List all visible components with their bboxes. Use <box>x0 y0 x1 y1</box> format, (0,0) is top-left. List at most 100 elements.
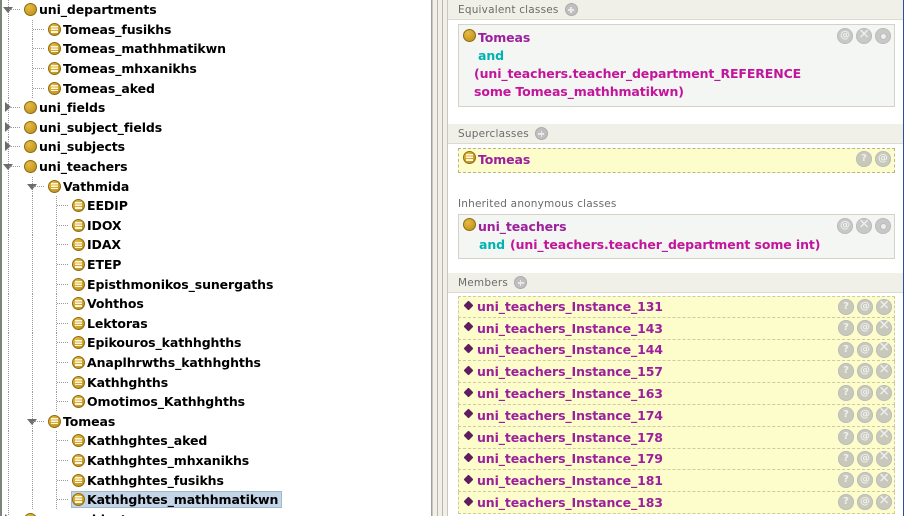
annotation-icon[interactable]: @ <box>857 450 873 467</box>
defined-class-icon <box>72 473 85 487</box>
tree-guide-line <box>8 255 9 275</box>
tree-item-label: IDOX <box>87 217 122 233</box>
tree-item-kathhghtes_fusikhs[interactable]: Kathhghtes_fusikhs <box>2 470 431 490</box>
add-member-icon[interactable] <box>514 276 528 289</box>
annotation-icon[interactable]: @ <box>857 385 873 402</box>
tree-item-kathhghtes_aked[interactable]: Kathhghtes_aked <box>2 431 431 451</box>
member-row[interactable]: uni_teachers_Instance_163? @ ✕ <box>458 383 895 405</box>
annotation-icon[interactable]: @ <box>857 428 873 445</box>
help-icon[interactable]: ? <box>838 472 854 489</box>
annotation-icon[interactable]: @ <box>857 341 873 358</box>
delete-icon[interactable]: ✕ <box>876 385 892 402</box>
tree-guide-line <box>32 490 33 510</box>
delete-icon[interactable]: ✕ <box>876 428 892 445</box>
annotation-icon[interactable]: @ <box>857 406 873 423</box>
edit-icon[interactable] <box>875 218 891 234</box>
help-icon[interactable]: ? <box>838 450 854 467</box>
tree-item-label: uni_fields <box>39 100 106 116</box>
primitive-class-icon <box>24 120 37 134</box>
tree-item-vathmida[interactable]: Vathmida <box>2 176 431 196</box>
annotation-icon[interactable]: @ <box>857 299 873 315</box>
superclass-entry[interactable]: ? @ Tomeas <box>458 148 895 173</box>
member-row[interactable]: uni_teachers_Instance_174? @ ✕ <box>458 404 895 427</box>
tree-item-vohthos[interactable]: Vohthos <box>2 294 431 314</box>
help-icon[interactable]: ? <box>838 428 854 445</box>
delete-icon[interactable]: ✕ <box>876 341 892 358</box>
tree-connector <box>57 322 68 324</box>
tree-item-uni_departments[interactable]: uni_departments <box>2 0 431 20</box>
add-superclass-icon[interactable] <box>534 127 548 140</box>
member-row[interactable]: uni_teachers_Instance_131? @ ✕ <box>458 296 895 318</box>
delete-icon[interactable]: ✕ <box>876 472 892 489</box>
section-gap <box>448 112 903 124</box>
member-label: uni_teachers_Instance_179 <box>477 451 663 467</box>
inherited-anonymous-class-entry[interactable]: @ ✕ uni_teachers and (uni_teachers.teach… <box>458 214 895 259</box>
delete-icon[interactable]: ✕ <box>856 28 872 44</box>
tree-item-idox[interactable]: IDOX <box>2 215 431 236</box>
panel-splitter[interactable] <box>432 0 448 516</box>
defined-class-icon <box>48 42 61 56</box>
delete-icon[interactable]: ✕ <box>856 218 872 234</box>
tree-item-epikouros_kathhghths[interactable]: Epikouros_kathhghths <box>2 333 431 353</box>
tree-item-uni_subjects[interactable]: uni_subjects <box>2 137 431 157</box>
annotation-icon[interactable]: @ <box>857 319 873 336</box>
tree-item-eedip[interactable]: EEDIP <box>2 196 431 216</box>
help-icon[interactable]: ? <box>838 406 854 423</box>
class-hierarchy-tree[interactable]: uni_departments Tomeas_fusikhs Tomeas_math… <box>0 0 432 516</box>
member-row[interactable]: uni_teachers_Instance_183? @ ✕ <box>458 492 895 514</box>
tree-item-idax[interactable]: IDAX <box>2 235 431 255</box>
tree-guide-line <box>8 196 9 216</box>
tree-item-lektoras[interactable]: Lektoras <box>2 313 431 334</box>
member-row[interactable]: uni_teachers_Instance_178? @ ✕ <box>458 426 895 449</box>
tree-item-tomeas_mhxanikhs[interactable]: Tomeas_mhxanikhs <box>2 59 431 79</box>
annotation-icon[interactable]: @ <box>837 28 853 44</box>
delete-icon[interactable]: ✕ <box>876 363 892 380</box>
help-icon[interactable]: ? <box>838 319 854 336</box>
tree-item-episthmonikos_sunergaths[interactable]: Episthmonikos_sunergaths <box>2 274 431 294</box>
delete-icon[interactable]: ✕ <box>876 450 892 467</box>
tree-item-tomeas_aked[interactable]: Tomeas_aked <box>2 78 431 98</box>
tree-item-omotimos_kathhghths[interactable]: Omotimos_Kathhghths <box>2 392 431 412</box>
delete-icon[interactable]: ✕ <box>876 406 892 423</box>
help-icon[interactable]: ? <box>838 385 854 402</box>
annotation-icon[interactable]: @ <box>857 363 873 380</box>
equivalent-class-entry[interactable]: @ ✕ Tomeas and (uni_teachers.teacher_dep… <box>458 24 895 107</box>
delete-icon[interactable]: ✕ <box>876 494 892 511</box>
edit-icon[interactable] <box>875 28 891 44</box>
add-equivalent-class-icon[interactable] <box>564 3 578 16</box>
tree-guide-line <box>32 196 33 216</box>
tree-item-user_subjects[interactable]: user_subjects <box>2 509 431 516</box>
tree-item-uni_teachers[interactable]: uni_teachers <box>2 157 431 177</box>
tree-item-kathhghtes_mhxanikhs[interactable]: Kathhghtes_mhxanikhs <box>2 450 431 471</box>
help-icon[interactable]: ? <box>838 299 854 315</box>
annotation-icon[interactable]: @ <box>875 151 891 167</box>
tree-item-tomeas[interactable]: Tomeas <box>2 411 431 431</box>
annotation-icon[interactable]: @ <box>857 472 873 489</box>
tree-item-uni_subject_fields[interactable]: uni_subject_fields <box>2 117 431 138</box>
tree-guide-line <box>32 313 33 333</box>
section-gap <box>448 263 903 273</box>
delete-icon[interactable]: ✕ <box>876 299 892 315</box>
member-row[interactable]: uni_teachers_Instance_144? @ ✕ <box>458 339 895 362</box>
tree-item-anaplhrwths_kathhghths[interactable]: Anaplhrwths_kathhghths <box>2 352 431 373</box>
tree-item-kathhghths[interactable]: Kathhghths <box>2 372 431 392</box>
help-icon[interactable]: ? <box>838 341 854 358</box>
help-icon[interactable]: ? <box>838 494 854 511</box>
tree-guide-line <box>32 235 33 255</box>
help-icon[interactable]: ? <box>856 151 872 167</box>
defined-class-icon <box>72 297 85 311</box>
member-row[interactable]: uni_teachers_Instance_181? @ ✕ <box>458 470 895 493</box>
annotation-icon[interactable]: @ <box>837 218 853 234</box>
annotation-icon[interactable]: @ <box>857 494 873 511</box>
tree-item-label: Kathhghtes_mhxanikhs <box>87 452 250 468</box>
tree-item-tomeas_mathhmatikwn[interactable]: Tomeas_mathhmatikwn <box>2 39 431 59</box>
member-row[interactable]: uni_teachers_Instance_179? @ ✕ <box>458 448 895 471</box>
member-row[interactable]: uni_teachers_Instance_157? @ ✕ <box>458 361 895 384</box>
delete-icon[interactable]: ✕ <box>876 319 892 336</box>
tree-item-uni_fields[interactable]: uni_fields <box>2 98 431 118</box>
tree-item-kathhghtes_mathhmatikwn[interactable]: Kathhghtes_mathhmatikwn <box>2 490 431 510</box>
member-row[interactable]: uni_teachers_Instance_143? @ ✕ <box>458 317 895 340</box>
tree-item-etep[interactable]: ETEP <box>2 255 431 275</box>
tree-item-tomeas_fusikhs[interactable]: Tomeas_fusikhs <box>2 19 431 40</box>
help-icon[interactable]: ? <box>838 363 854 380</box>
